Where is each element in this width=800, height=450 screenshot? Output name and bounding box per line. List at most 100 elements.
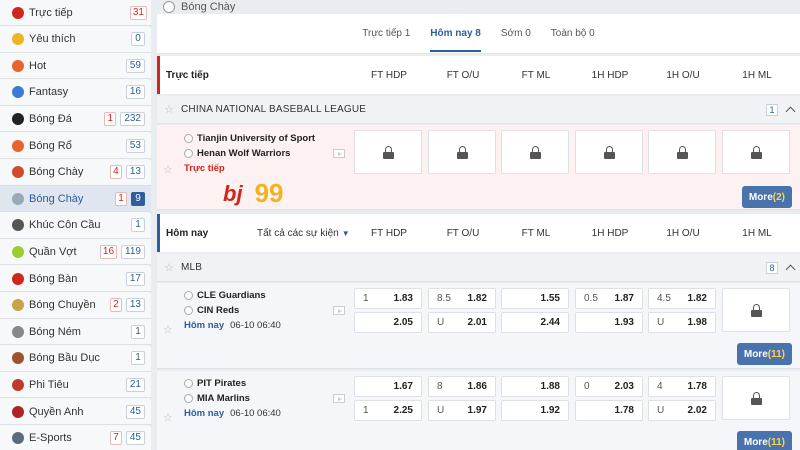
- sidebar-item-fire[interactable]: Hot 59: [0, 53, 151, 80]
- odds-button[interactable]: 1.55: [501, 288, 569, 309]
- sidebar-item-boxing[interactable]: Quyền Anh 45: [0, 399, 151, 425]
- lock-icon: [603, 145, 615, 159]
- event-count-badge: 59: [125, 58, 145, 73]
- sidebar-item-star[interactable]: Yêu thích 0: [0, 26, 151, 53]
- sidebar-item-rugby[interactable]: Bóng Bầu Dục 1: [0, 345, 151, 372]
- brand-logo-icon: bj: [223, 180, 243, 206]
- odds-button[interactable]: U 1.98: [648, 312, 716, 333]
- odds-button[interactable]: 1.88: [501, 376, 569, 397]
- odds-button[interactable]: 1.92: [501, 400, 569, 421]
- live-stream-icon[interactable]: [333, 149, 345, 158]
- sidebar-item-label: Trực tiếp: [29, 6, 73, 19]
- sidebar-item-softball[interactable]: Bóng Chày 1 9: [0, 186, 151, 213]
- favorite-star-icon[interactable]: ☆: [161, 261, 177, 274]
- page-title: Bóng Chày: [163, 0, 235, 14]
- event-count-badge: 16: [125, 85, 145, 100]
- odds-button[interactable]: 1.93: [575, 312, 643, 333]
- league-row-mlb[interactable]: ☆ MLB 8: [157, 254, 800, 282]
- locked-odds-cell: [428, 130, 496, 174]
- odds-button[interactable]: 1 2.25: [354, 400, 422, 421]
- sidebar-item-esports[interactable]: E-Sports 7 45: [0, 425, 151, 450]
- odds-price: 2.03: [614, 381, 634, 392]
- live-stream-icon[interactable]: [333, 394, 345, 403]
- odds-button[interactable]: 2.05: [354, 312, 422, 333]
- sidebar-item-handball[interactable]: Bóng Ném 1: [0, 319, 151, 346]
- odds-button[interactable]: 1.67: [354, 376, 422, 397]
- live-count-badge: 4: [109, 165, 122, 180]
- chevron-up-icon[interactable]: [785, 106, 796, 116]
- sidebar-item-table-tennis[interactable]: Bóng Bàn 17: [0, 266, 151, 292]
- odds-button[interactable]: 8 1.86: [428, 376, 496, 397]
- odds-line: 0: [584, 381, 590, 392]
- live-stream-icon[interactable]: [333, 306, 345, 315]
- sidebar-item-fantasy[interactable]: Fantasy 16: [0, 79, 151, 106]
- odds-button[interactable]: U 1.97: [428, 400, 496, 421]
- sidebar-item-label: Fantasy: [29, 86, 69, 99]
- away-team-name: Henan Wolf Warriors: [197, 148, 291, 159]
- odds-price: 1.83: [393, 293, 413, 304]
- league-count: 1: [766, 103, 778, 116]
- odds-line: 4.5: [657, 293, 671, 304]
- more-count: (11): [767, 436, 785, 448]
- favorite-star-icon[interactable]: ☆: [161, 103, 177, 116]
- column-header: 1H HDP: [591, 227, 629, 239]
- favorite-star-icon[interactable]: ☆: [163, 411, 173, 424]
- odds-button[interactable]: 1 1.83: [354, 288, 422, 309]
- tab-1[interactable]: Hôm nay 8: [430, 22, 481, 52]
- odds-button[interactable]: 4 1.78: [648, 376, 716, 397]
- locked-odds-cell: [354, 130, 422, 174]
- odds-button[interactable]: 1.78: [575, 400, 643, 421]
- volleyball-icon: [12, 299, 24, 312]
- more-markets-button[interactable]: More (2): [741, 186, 792, 208]
- sidebar-item-volleyball[interactable]: Bóng Chuyền 2 13: [0, 292, 151, 319]
- sidebar-item-live[interactable]: Trực tiếp 31: [0, 0, 151, 26]
- tab-3[interactable]: Toàn bộ 0: [551, 22, 595, 45]
- chevron-up-icon[interactable]: [785, 264, 796, 274]
- column-header: 1H O/U: [666, 227, 700, 239]
- odds-button[interactable]: 0 2.03: [575, 376, 643, 397]
- event-count-badge: 31: [129, 5, 147, 20]
- sidebar-item-tennis[interactable]: Quần Vợt 16 119: [0, 239, 151, 266]
- event-count-badge: 45: [125, 431, 145, 446]
- odds-price: 2.25: [393, 405, 413, 416]
- odds-button[interactable]: 8.5 1.82: [428, 288, 496, 309]
- page-title-text: Bóng Chày: [181, 1, 236, 13]
- more-markets-button[interactable]: More (11): [736, 343, 792, 365]
- fantasy-icon: [12, 86, 24, 99]
- more-markets-button[interactable]: More (11): [736, 431, 792, 450]
- favorite-star-icon[interactable]: ☆: [163, 323, 173, 336]
- event-count-badge: 1: [131, 218, 145, 233]
- tab-0[interactable]: Trực tiếp 1: [362, 22, 410, 45]
- sidebar-item-baseball[interactable]: Bóng Chày 4 13: [0, 159, 151, 186]
- odds-line: 8: [437, 381, 443, 392]
- home-team: CLE Guardians: [184, 290, 266, 301]
- favorite-star-icon[interactable]: ☆: [163, 163, 173, 176]
- match-datetime: 06-10 06:40: [230, 408, 281, 419]
- odds-button[interactable]: U 2.02: [648, 400, 716, 421]
- home-team-name: Tianjin University of Sport: [197, 133, 316, 144]
- live-section-header: Trực tiếp FT HDP FT O/U FT ML 1H HDP 1H O/U 1…: [157, 56, 800, 94]
- column-header: FT ML: [521, 69, 551, 81]
- sidebar-item-label: Bóng Chày: [29, 192, 84, 205]
- sidebar-item-darts[interactable]: Phi Tiêu 21: [0, 372, 151, 399]
- live-count-badge: 16: [99, 244, 118, 259]
- match-datetime: 06-10 06:40: [230, 320, 281, 331]
- locked-odds-cell: [648, 130, 716, 174]
- live-count-badge: 7: [109, 431, 122, 446]
- event-count-badge: 17: [125, 271, 145, 286]
- event-filter-dropdown[interactable]: Tất cả các sự kiện ▼: [257, 228, 350, 239]
- sidebar-item-basketball[interactable]: Bóng Rổ 53: [0, 133, 151, 159]
- event-count-badge: 1: [131, 351, 145, 366]
- tab-2[interactable]: Sớm 0: [501, 22, 531, 45]
- match-time: Hôm nay 06-10 06:40: [184, 408, 281, 419]
- odds-button[interactable]: 0.5 1.87: [575, 288, 643, 309]
- sidebar-item-hockey[interactable]: Khúc Côn Cầu 1: [0, 212, 151, 239]
- locked-odds-cell: [722, 376, 790, 420]
- live-match-row: ☆ Tianjin University of Sport Henan Wolf…: [157, 125, 800, 210]
- live-status: Trực tiếp: [184, 163, 225, 174]
- odds-button[interactable]: 2.44: [501, 312, 569, 333]
- odds-button[interactable]: 4.5 1.82: [648, 288, 716, 309]
- odds-button[interactable]: U 2.01: [428, 312, 496, 333]
- league-row-cnbl[interactable]: ☆ CHINA NATIONAL BASEBALL LEAGUE 1: [157, 96, 800, 124]
- sidebar-item-soccer[interactable]: Bóng Đá 1 232: [0, 106, 151, 133]
